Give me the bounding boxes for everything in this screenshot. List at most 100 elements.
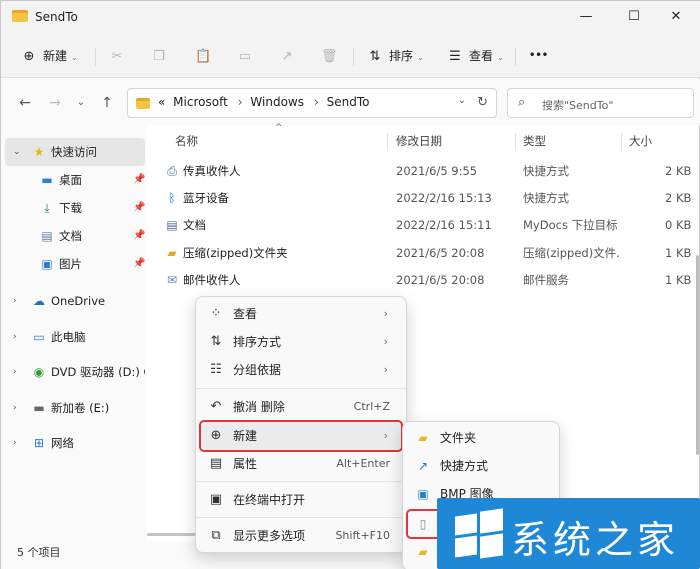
menu-item-undo[interactable]: ↶ 撤消 删除 Ctrl+Z <box>200 392 402 422</box>
submenu-item-folder[interactable]: ▰ 文件夹 <box>407 424 557 452</box>
sort-label: 排序 <box>389 49 414 63</box>
nav-item-network[interactable]: › ⊞ 网络 <box>5 429 145 457</box>
mail-icon: ✉ <box>166 273 178 287</box>
sort-button[interactable]: ⇅ 排序 ⌄ <box>367 44 424 68</box>
chevron-right-icon: › <box>383 335 388 348</box>
menu-item-open-terminal[interactable]: ▣ 在终端中打开 <box>200 485 402 515</box>
rename-button[interactable]: ▭ <box>237 44 259 68</box>
new-button[interactable]: ⊕ 新建 ⌄ <box>21 44 78 68</box>
arrow-left-icon: ← <box>19 95 31 111</box>
breadcrumb-item[interactable]: SendTo <box>327 95 370 109</box>
nav-item-dvd-drive[interactable]: › ◉ DVD 驱动器 (D:) CC <box>5 358 145 386</box>
pin-icon: 📌 <box>133 174 145 185</box>
chevron-right-icon: › <box>383 307 388 320</box>
share-button[interactable]: ↗ <box>279 44 301 68</box>
menu-label: 快捷方式 <box>440 459 489 473</box>
menu-item-sort[interactable]: ⇅ 排序方式 › <box>200 327 402 357</box>
file-type: MyDocs 下拉目标 <box>523 218 618 232</box>
shortcut-arrow-icon: ↗ <box>417 459 429 473</box>
menu-item-view[interactable]: ⁘ 查看 › <box>200 299 402 329</box>
menu-shortcut: Shift+F10 <box>335 529 390 542</box>
column-header-date[interactable]: 修改日期 <box>396 133 442 149</box>
chevron-right-icon[interactable]: › <box>13 358 23 386</box>
minimize-button[interactable]: — <box>563 5 609 29</box>
forward-button[interactable]: → <box>45 93 65 113</box>
chevron-right-icon[interactable]: › <box>13 323 23 351</box>
nav-item-documents[interactable]: ▤ 文档 📌 <box>5 222 145 250</box>
table-row[interactable]: ▰ 压缩(zipped)文件夹 2021/6/5 20:08 压缩(zipped… <box>147 239 699 267</box>
chevron-right-icon[interactable]: › <box>13 287 23 315</box>
menu-label: 查看 <box>233 307 258 321</box>
up-button[interactable]: ↑ <box>97 93 117 113</box>
column-divider[interactable] <box>621 133 622 149</box>
nav-label: 下载 <box>59 201 82 215</box>
table-row[interactable]: ▤ 文档 2022/2/16 15:11 MyDocs 下拉目标 0 KB <box>147 211 699 239</box>
pin-icon: 📌 <box>133 202 145 213</box>
menu-item-properties[interactable]: ▤ 属性 Alt+Enter <box>200 449 402 479</box>
view-button[interactable]: ☰ 查看 ⌄ <box>447 44 504 68</box>
table-row[interactable]: ✉ 邮件收件人 2021/6/5 20:08 邮件服务 1 KB <box>147 266 699 294</box>
file-date: 2022/2/16 15:11 <box>396 218 492 232</box>
paste-button[interactable]: 📋 <box>195 44 217 68</box>
file-type: 压缩(zipped)文件... <box>523 246 621 260</box>
submenu-item-shortcut[interactable]: ↗ 快捷方式 <box>407 452 557 480</box>
back-button[interactable]: ← <box>15 93 35 113</box>
maximize-button[interactable]: ☐ <box>611 5 657 29</box>
more-options-button[interactable]: ••• <box>529 44 548 68</box>
share-icon: ↗ <box>281 49 293 64</box>
menu-separator <box>196 388 406 389</box>
column-header-name[interactable]: 名称 <box>175 133 198 149</box>
file-size: 1 KB <box>665 246 692 260</box>
nav-item-downloads[interactable]: ⤓ 下载 📌 <box>5 194 145 222</box>
nav-label: 网络 <box>51 436 74 450</box>
breadcrumb-item[interactable]: Windows <box>250 95 304 109</box>
clipboard-icon: 📋 <box>195 49 212 64</box>
menu-item-new[interactable]: ⊕ 新建 › <box>199 420 403 452</box>
refresh-button[interactable]: ↻ <box>477 95 488 110</box>
file-type: 快捷方式 <box>523 191 569 205</box>
breadcrumb-item[interactable]: Microsoft <box>173 95 228 109</box>
nav-item-pictures[interactable]: ▣ 图片 📌 <box>5 250 145 278</box>
column-divider[interactable] <box>515 133 516 149</box>
table-row[interactable]: ᛒ 蓝牙设备 2022/2/16 15:13 快捷方式 2 KB <box>147 184 699 212</box>
menu-label: 文件夹 <box>440 431 477 445</box>
bmp-image-icon: ▣ <box>417 487 429 501</box>
chevron-right-icon[interactable]: › <box>13 429 23 457</box>
nav-item-this-pc[interactable]: › ▭ 此电脑 <box>5 323 145 351</box>
breadcrumb-overflow[interactable]: « <box>158 95 165 109</box>
delete-button[interactable]: 🗑 <box>321 44 343 68</box>
nav-item-onedrive[interactable]: › ☁ OneDrive <box>5 287 145 315</box>
picture-icon: ▣ <box>41 257 53 271</box>
menu-item-group[interactable]: ☷ 分组依据 › <box>200 355 402 385</box>
recent-locations-button[interactable]: ⌄ <box>71 93 91 113</box>
nav-item-new-volume[interactable]: › ▬ 新加卷 (E:) <box>5 394 145 422</box>
table-row[interactable]: ⎙ 传真收件人 2021/6/5 9:55 快捷方式 2 KB <box>147 157 699 185</box>
column-header-type[interactable]: 类型 <box>523 133 546 149</box>
scissors-icon: ✂ <box>111 49 123 64</box>
column-header-size[interactable]: 大小 <box>629 133 652 149</box>
cut-button[interactable]: ✂ <box>109 44 131 68</box>
folder-icon <box>12 10 28 22</box>
nav-item-desktop[interactable]: ▬ 桌面 📌 <box>5 166 145 194</box>
address-bar[interactable]: « Microsoft › Windows › SendTo ⌄ ↻ <box>127 88 497 118</box>
column-divider[interactable] <box>387 133 388 149</box>
menu-label: 属性 <box>233 457 258 471</box>
chevron-right-icon[interactable]: › <box>314 95 319 109</box>
terminal-icon: ▣ <box>209 492 223 507</box>
menu-shortcut: Alt+Enter <box>336 457 390 470</box>
nav-item-quick-access[interactable]: ⌄ ★ 快速访问 <box>5 138 145 166</box>
nav-label: DVD 驱动器 (D:) CC <box>51 365 145 379</box>
chevron-right-icon[interactable]: › <box>13 394 23 422</box>
desktop-icon: ▬ <box>41 173 53 187</box>
scrollbar-thumb[interactable] <box>696 255 699 455</box>
close-button[interactable]: ✕ <box>653 5 699 29</box>
chevron-down-icon[interactable]: ⌄ <box>13 138 23 166</box>
chevron-right-icon[interactable]: › <box>238 95 243 109</box>
command-bar: ⊕ 新建 ⌄ ✂ ❐ 📋 ▭ ↗ 🗑 ⇅ 排序 ⌄ ☰ 查看 ⌄ ••• <box>1 34 700 78</box>
vertical-scrollbar[interactable] <box>695 125 699 541</box>
copy-button[interactable]: ❐ <box>151 44 173 68</box>
search-box[interactable]: ⌕ 搜索"SendTo" <box>507 88 694 118</box>
menu-item-show-more[interactable]: ⧉ 显示更多选项 Shift+F10 <box>200 521 402 551</box>
address-dropdown-button[interactable]: ⌄ <box>458 95 466 106</box>
menu-label: 在终端中打开 <box>233 493 306 507</box>
